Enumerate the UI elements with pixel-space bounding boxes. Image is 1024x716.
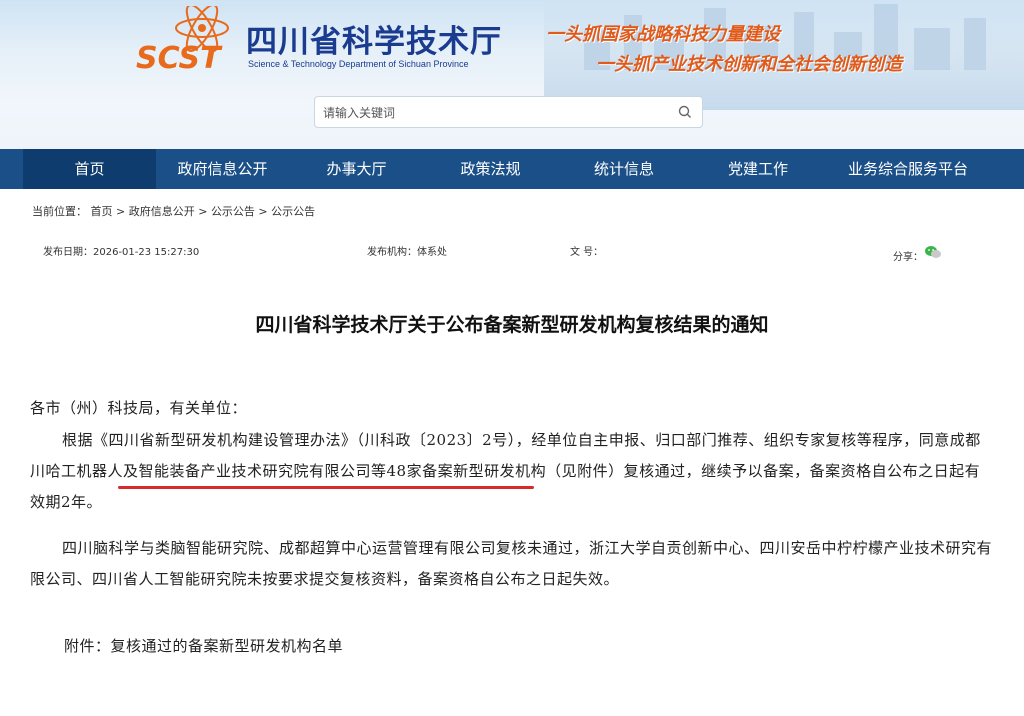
slogan-line-1: 一头抓国家战略科技力量建设	[546, 24, 780, 45]
search-input[interactable]	[315, 97, 665, 129]
nav-item-policy[interactable]: 政策法规	[424, 149, 557, 189]
article-title: 四川省科学技术厅关于公布备案新型研发机构复核结果的通知	[255, 314, 769, 336]
article-paragraph-1: 根据《四川省新型研发机构建设管理办法》（川科政〔2023〕2号），经单位自主申报…	[30, 431, 981, 511]
site-header: SCST 四川省科学技术厅 Science & Technology Depar…	[0, 0, 1024, 149]
breadcrumb-prefix: 当前位置：	[32, 205, 87, 218]
publish-date: 发布日期：2026-01-23 15:27:30	[43, 247, 200, 258]
nav-item-party[interactable]: 党建工作	[691, 149, 825, 189]
red-underline-annotation	[118, 486, 534, 489]
article-salutation: 各市（州）科技局，有关单位：	[30, 399, 248, 417]
search-box	[314, 96, 703, 129]
site-subtitle: Science & Technology Department of Sichu…	[248, 59, 469, 69]
share-label: 分享：	[893, 252, 923, 263]
nav-item-service-hall[interactable]: 办事大厅	[289, 149, 424, 189]
site-title: 四川省科学技术厅	[246, 24, 502, 60]
nav-item-home[interactable]: 首页	[23, 149, 156, 189]
slogan-line-2: 一头抓产业技术创新和全社会创新创造	[596, 54, 902, 75]
main-nav: 首页 政府信息公开 办事大厅 政策法规 统计信息 党建工作 业务综合服务平台	[0, 149, 1024, 189]
nav-item-gov-info[interactable]: 政府信息公开	[156, 149, 289, 189]
document-number: 文 号：	[570, 247, 604, 258]
search-icon[interactable]	[678, 105, 692, 119]
breadcrumb-home[interactable]: 首页	[91, 205, 113, 218]
wechat-share-icon[interactable]	[924, 245, 942, 259]
breadcrumb-gov-info[interactable]: 政府信息公开	[129, 205, 195, 218]
nav-item-statistics[interactable]: 统计信息	[557, 149, 691, 189]
nav-item-service-platform[interactable]: 业务综合服务平台	[825, 149, 991, 189]
publish-org: 发布机构：体系处	[367, 247, 447, 258]
scst-logo-icon: SCST	[136, 6, 229, 76]
article-paragraph-2: 四川脑科学与类脑智能研究院、成都超算中心运营管理有限公司复核未通过，浙江大学自贡…	[30, 539, 993, 588]
logo-text: SCST	[136, 41, 223, 76]
breadcrumb-notice-current[interactable]: 公示公告	[271, 205, 315, 218]
article-attachment[interactable]: 附件：复核通过的备案新型研发机构名单	[64, 631, 1024, 662]
breadcrumb-notice[interactable]: 公示公告	[211, 205, 255, 218]
breadcrumb: 当前位置： 首页 > 政府信息公开 > 公示公告 > 公示公告	[32, 205, 316, 218]
